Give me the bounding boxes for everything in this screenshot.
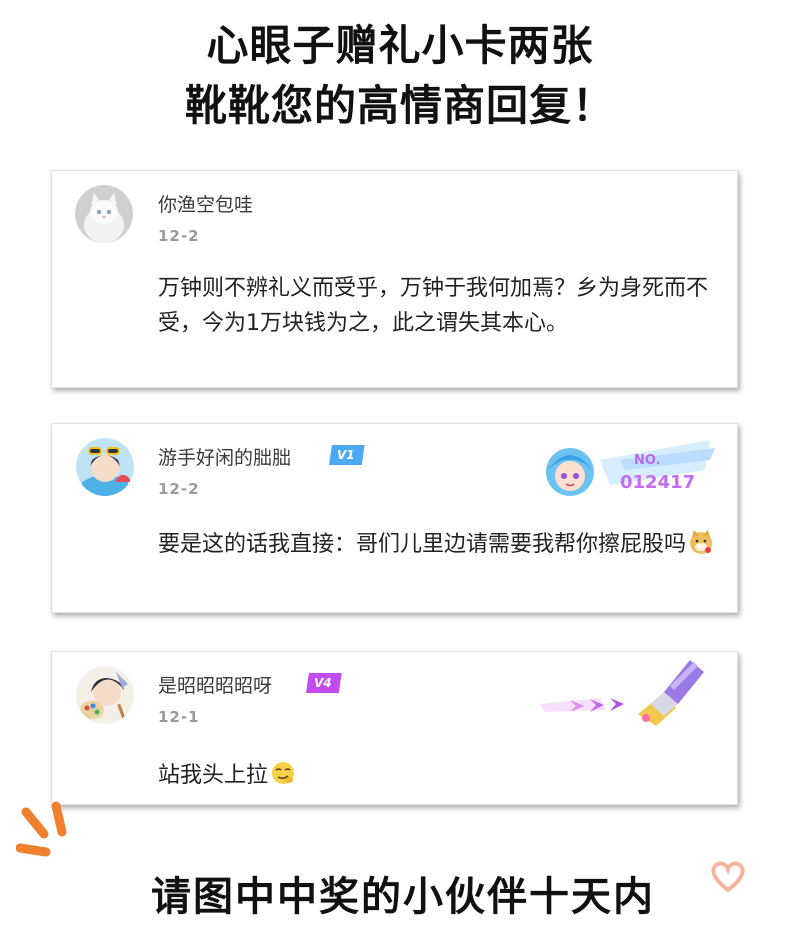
comment-card-2: 游手好闲的朏朏 V1 12-2 NO. 012417 要是这的话我直接：哥们儿里… (51, 423, 738, 613)
paintbrush-decoration (540, 654, 710, 734)
avatar-painter[interactable] (76, 666, 134, 724)
avatar-cat[interactable] (75, 185, 133, 243)
comment-date: 12-2 (158, 480, 200, 498)
comment-text: 万钟则不辨礼义而受乎，万钟于我何加焉？乡为身死而不受，今为1万块钱为之，此之谓失… (158, 276, 709, 336)
comment-date: 12-2 (158, 227, 200, 245)
comment-text: 站我头上拉 (158, 758, 718, 793)
username[interactable]: 你渔空包哇 (158, 190, 253, 217)
headline-line-1: 心眼子赠礼小卡两张 (206, 21, 594, 70)
comment-card-1: 你渔空包哇 12-2 万钟则不辨礼义而受乎，万钟于我何加焉？乡为身死而不受，今为… (51, 170, 738, 388)
anime-character-icon: NO. 012417 (546, 440, 715, 496)
footer-text: 请图中中奖的小伙伴十天内 (151, 874, 655, 920)
comment-text: 要是这的话我直接：哥们儿里边请需要我帮你擦屁股吗 (158, 527, 723, 562)
cat-avatar-icon (75, 185, 133, 243)
comment-text-body: 要是这的话我直接：哥们儿里边请需要我帮你擦屁股吗 (158, 532, 687, 557)
headline-line-2: 靴靴您的高情商回复！ (184, 81, 615, 130)
anime-avatar-icon (76, 438, 134, 496)
comment-text-body: 站我头上拉 (158, 763, 269, 788)
doge-emoji-icon (690, 530, 713, 554)
comment-date: 12-1 (158, 708, 200, 726)
fan-number-label: NO. (634, 453, 661, 468)
comment-card-3: 是昭昭昭昭呀 V4 12-1 站我头上拉 (51, 651, 738, 805)
anime-avatar-icon (76, 666, 134, 724)
fan-number-decoration: NO. 012417 (540, 430, 715, 502)
level-badge: V1 (329, 445, 365, 465)
username[interactable]: 是昭昭昭昭呀 (158, 671, 272, 698)
fan-number-value: 012417 (620, 472, 695, 493)
username[interactable]: 游手好闲的朏朏 (158, 443, 291, 470)
smug-emoji-icon (272, 762, 295, 784)
level-badge: V4 (306, 673, 342, 693)
avatar-sunglasses[interactable] (76, 438, 134, 496)
paintbrush-icon (540, 660, 704, 726)
